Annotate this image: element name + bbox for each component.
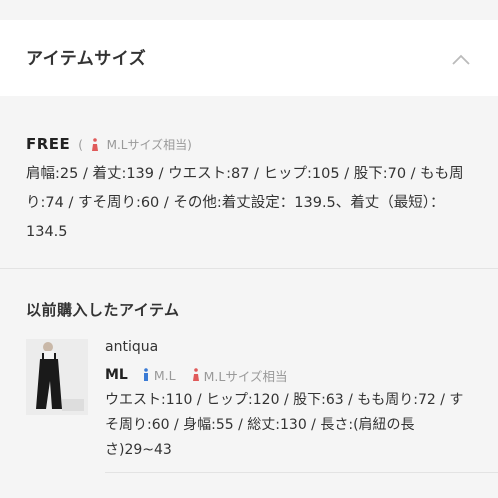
chevron-up-icon[interactable]: [452, 53, 470, 67]
item-measurements: ウエスト:110 / ヒップ:120 / 股下:63 / もも周り:72 / す…: [105, 392, 464, 458]
item-thumbnail[interactable]: [26, 339, 88, 415]
overalls-image-icon: [26, 339, 88, 415]
woman-icon: [192, 368, 199, 381]
woman-icon: [91, 138, 98, 151]
paren-open: (: [78, 137, 83, 152]
item-size-header[interactable]: アイテムサイズ: [0, 20, 498, 96]
divider: [105, 472, 498, 473]
previous-purchase-title: 以前購入したアイテム: [26, 301, 180, 319]
size-measurements: 肩幅:25 / 着丈:139 / ウエスト:87 / ヒップ:105 / 股下:…: [26, 166, 464, 240]
item-brand: antiqua: [105, 339, 159, 355]
women-fit: M.Lサイズ相当: [203, 368, 288, 384]
men-fit: M.L: [153, 367, 176, 383]
man-icon: [143, 368, 148, 381]
previous-purchase-panel: 以前購入したアイテム antiqua ML M.L M.Lサイズ相当 ウエスト:…: [0, 269, 498, 498]
size-label-row: FREE ( M.Lサイズ相当): [26, 134, 192, 154]
size-name: FREE: [26, 135, 71, 153]
top-spacer: [0, 0, 498, 20]
fit-note-text: M.Lサイズ相当): [106, 137, 192, 152]
section-title: アイテムサイズ: [26, 49, 147, 69]
item-size: ML: [105, 367, 128, 383]
fit-note: ( M.Lサイズ相当): [78, 136, 192, 153]
size-details-panel: FREE ( M.Lサイズ相当) 肩幅:25 / 着丈:139 / ウエスト:8…: [0, 96, 498, 268]
item-size-row: ML M.L M.Lサイズ相当: [105, 365, 299, 385]
